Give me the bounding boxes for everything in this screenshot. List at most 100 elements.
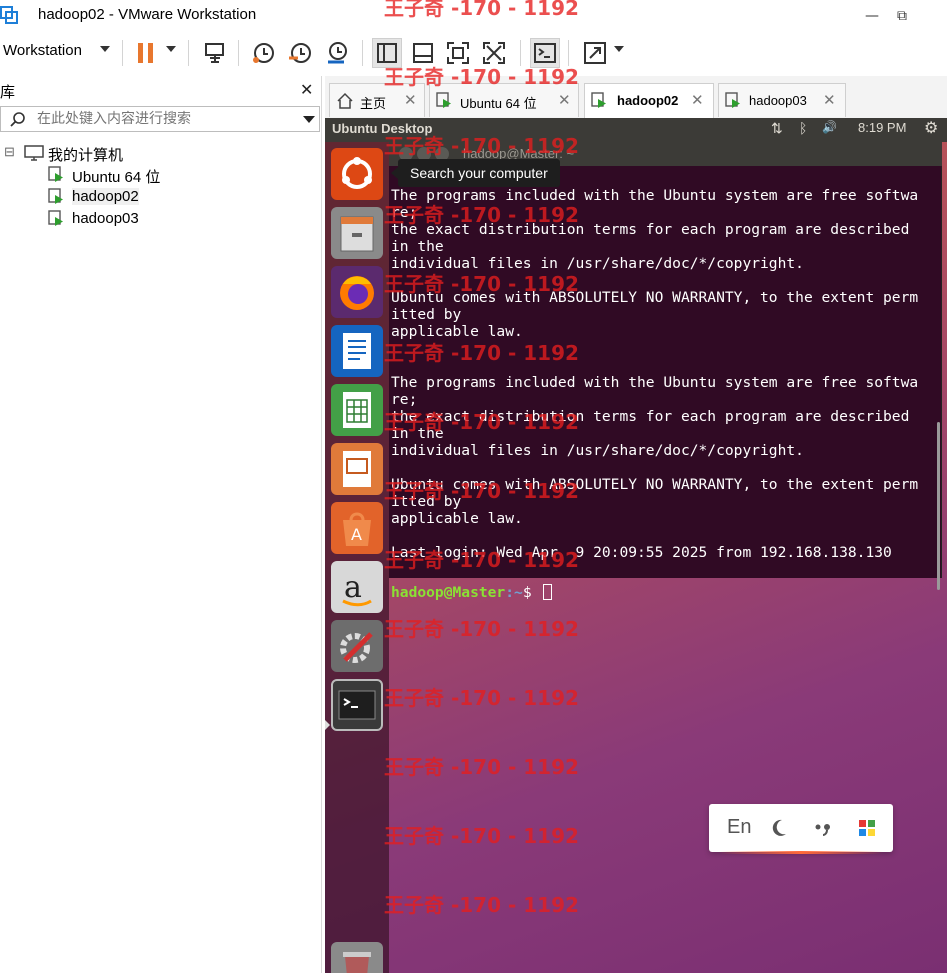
unity-icon[interactable] bbox=[479, 38, 509, 68]
grid-icon[interactable] bbox=[857, 818, 877, 838]
library-search bbox=[0, 106, 320, 132]
clock[interactable]: 8:19 PM bbox=[858, 120, 906, 135]
files-icon[interactable] bbox=[331, 207, 383, 259]
collapse-icon[interactable]: ⊟ bbox=[4, 144, 15, 160]
firefox-icon[interactable] bbox=[331, 266, 383, 318]
vm-running-icon bbox=[48, 188, 63, 204]
tab-close-icon[interactable]: ✕ bbox=[558, 91, 571, 109]
terminal-scrollbar[interactable] bbox=[937, 422, 940, 590]
pause-menu-caret[interactable] bbox=[166, 46, 176, 52]
unity-launcher: A a bbox=[325, 142, 389, 973]
panel-title: Ubuntu Desktop bbox=[332, 121, 433, 136]
snapshot-manager-icon[interactable] bbox=[322, 38, 352, 68]
tree-item-label: hadoop02 bbox=[72, 188, 139, 205]
tab-label: 主页 bbox=[360, 96, 387, 111]
svg-text:a: a bbox=[344, 570, 362, 605]
console-view-icon bbox=[534, 43, 556, 63]
home-icon bbox=[337, 92, 353, 109]
bluetooth-icon[interactable]: ᛒ bbox=[799, 120, 807, 136]
tab-ubuntu64[interactable]: Ubuntu 64 位 ✕ bbox=[429, 83, 579, 117]
vm-running-icon bbox=[48, 210, 63, 226]
vm-tab-icon bbox=[591, 92, 606, 108]
toolbar: Workstation bbox=[0, 32, 947, 74]
workstation-menu-caret[interactable] bbox=[100, 46, 110, 52]
calc-icon[interactable] bbox=[331, 384, 383, 436]
stretch-menu-caret[interactable] bbox=[614, 46, 624, 52]
tree-item-label: hadoop03 bbox=[72, 210, 139, 227]
toolbar-separator bbox=[238, 40, 239, 66]
tab-close-icon[interactable]: ✕ bbox=[691, 91, 704, 109]
minimize-button[interactable]: — bbox=[862, 6, 882, 26]
amazon-icon[interactable]: a bbox=[331, 561, 383, 613]
trash-icon[interactable] bbox=[331, 942, 383, 973]
revert-snapshot-icon[interactable] bbox=[285, 38, 315, 68]
search-icon bbox=[10, 112, 25, 127]
text-cursor bbox=[543, 584, 553, 600]
terminal-window[interactable]: hadoop@Master: ~ The programs included w… bbox=[389, 142, 942, 601]
punctuation-icon[interactable] bbox=[812, 817, 834, 839]
show-library-icon bbox=[377, 43, 397, 63]
pause-icon[interactable] bbox=[132, 38, 162, 68]
tab-close-icon[interactable]: ✕ bbox=[404, 91, 417, 109]
dash-home-icon[interactable] bbox=[331, 148, 383, 200]
stretch-guest-icon[interactable] bbox=[580, 38, 610, 68]
prompt-symbol: $ bbox=[522, 584, 541, 601]
ime-language[interactable]: En bbox=[727, 816, 751, 839]
terminal-prompt[interactable]: hadoop@Master:~$ bbox=[391, 584, 553, 601]
vm-console[interactable]: Ubuntu Desktop ⇅ ᛒ 🔊 8:19 PM ⚙ A a hadoo… bbox=[325, 118, 947, 973]
moon-icon[interactable] bbox=[767, 817, 789, 839]
prompt-path: :~ bbox=[505, 584, 523, 601]
library-close-icon[interactable]: ✕ bbox=[300, 80, 313, 99]
ubuntu-top-panel: Ubuntu Desktop ⇅ ᛒ 🔊 8:19 PM ⚙ bbox=[325, 118, 947, 142]
toolbar-separator bbox=[122, 40, 123, 66]
tab-bar: 主页 ✕ Ubuntu 64 位 ✕ hadoop02 ✕ hadoop03 ✕ bbox=[325, 76, 947, 118]
snapshot-icon[interactable] bbox=[248, 38, 278, 68]
system-settings-icon[interactable] bbox=[331, 620, 383, 672]
workstation-menu[interactable]: Workstation bbox=[3, 42, 82, 59]
tab-close-icon[interactable]: ✕ bbox=[823, 91, 836, 109]
tab-label: hadoop02 bbox=[617, 93, 679, 108]
ime-glow bbox=[719, 851, 883, 854]
tree-item-label: Ubuntu 64 位 bbox=[72, 169, 161, 186]
full-screen-icon[interactable] bbox=[443, 38, 473, 68]
vm-tab-icon bbox=[436, 92, 451, 108]
library-title: 库 bbox=[0, 83, 16, 101]
vmware-logo-icon bbox=[0, 6, 18, 24]
impress-icon[interactable] bbox=[331, 443, 383, 495]
network-icon[interactable]: ⇅ bbox=[771, 120, 783, 137]
tab-hadoop03[interactable]: hadoop03 ✕ bbox=[718, 83, 846, 117]
toolbar-separator bbox=[362, 40, 363, 66]
svg-text:A: A bbox=[351, 525, 362, 544]
restore-button[interactable]: ⧉ bbox=[892, 6, 912, 26]
title-bar: hadoop02 - VMware Workstation — ⧉ bbox=[0, 0, 947, 32]
launcher-tooltip: Search your computer bbox=[391, 159, 560, 187]
tab-hadoop02[interactable]: hadoop02 ✕ bbox=[584, 83, 714, 118]
window-title: hadoop02 - VMware Workstation bbox=[38, 6, 257, 23]
thumbnail-bar-icon[interactable] bbox=[408, 38, 438, 68]
ime-toolbar: En bbox=[709, 804, 893, 854]
tree-root-label: 我的计算机 bbox=[48, 147, 124, 164]
library-panel: 库 ✕ ⊟ 我的计算机 Ubuntu 64 位 hadoop02 bbox=[0, 76, 322, 973]
send-ctrl-alt-del-icon[interactable] bbox=[200, 38, 230, 68]
console-view-button[interactable] bbox=[530, 38, 560, 68]
volume-icon[interactable]: 🔊 bbox=[822, 120, 837, 134]
terminal-icon[interactable] bbox=[331, 679, 383, 731]
prompt-user: hadoop@Master bbox=[391, 584, 506, 601]
toolbar-separator bbox=[188, 40, 189, 66]
tab-label: hadoop03 bbox=[749, 93, 807, 108]
tab-home[interactable]: 主页 ✕ bbox=[329, 83, 425, 117]
active-app-pip bbox=[325, 720, 330, 730]
writer-icon[interactable] bbox=[331, 325, 383, 377]
software-center-icon[interactable]: A bbox=[331, 502, 383, 554]
toolbar-separator bbox=[568, 40, 569, 66]
search-input[interactable] bbox=[37, 109, 297, 129]
tab-label: Ubuntu 64 位 bbox=[460, 96, 537, 111]
search-dropdown-icon[interactable] bbox=[303, 116, 315, 123]
settings-gear-icon[interactable]: ⚙ bbox=[924, 118, 938, 138]
computer-icon bbox=[24, 145, 44, 161]
vm-running-icon bbox=[48, 166, 63, 182]
toolbar-separator bbox=[520, 40, 521, 66]
terminal-output: The programs included with the Ubuntu sy… bbox=[391, 187, 919, 561]
show-library-button[interactable] bbox=[372, 38, 402, 68]
vm-tab-icon bbox=[725, 92, 740, 108]
